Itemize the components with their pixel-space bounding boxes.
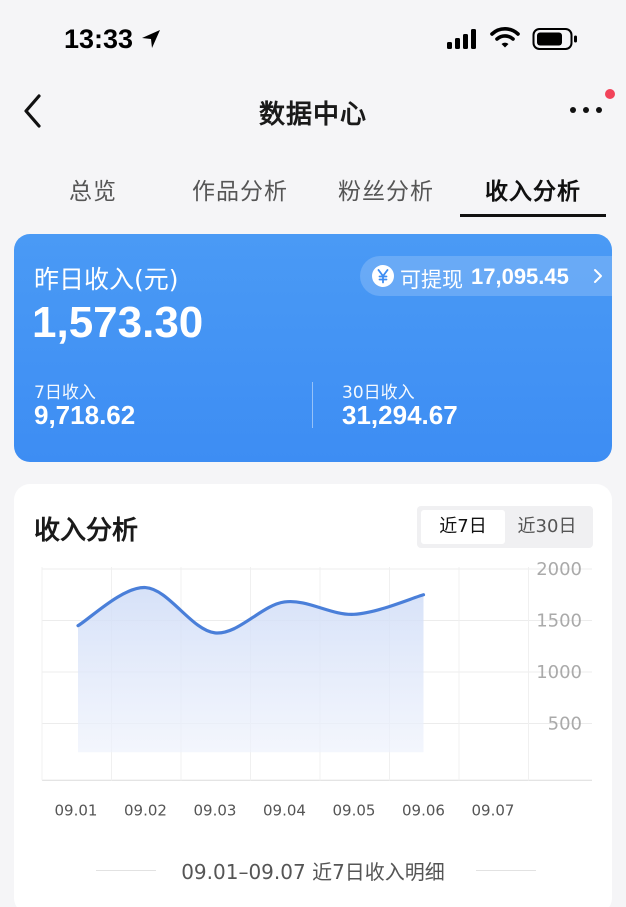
yesterday-income-label: 昨日收入(元) [34,265,179,294]
tab-income-analysis[interactable]: 收入分析 [458,172,608,206]
tab-bar: 总览 作品分析 粉丝分析 收入分析 [0,158,626,222]
income-analysis-panel: 收入分析 近7日 近30日 2000 1500 1000 500 09.01 09.02 0… [14,484,612,907]
status-bar: 13:33 [0,0,626,78]
tab-fans-analysis[interactable]: 粉丝分析 [311,172,461,206]
withdraw-button[interactable]: 可提现 17,095.45 [360,256,612,296]
x-tick-label: 09.06 [402,801,445,819]
chevron-right-icon [594,269,602,283]
withdraw-amount: 17,095.45 [471,264,569,289]
y-tick-label: 1000 [536,662,582,683]
nav-bar: 数据中心 [0,78,626,144]
y-tick-label: 1500 [536,611,582,632]
wifi-icon [490,27,520,48]
page-title: 数据中心 [258,100,367,130]
x-tick-label: 09.01 [55,801,98,819]
signal-icon [447,29,476,49]
y-tick-label: 2000 [536,559,582,580]
battery-icon [532,28,577,50]
withdraw-label: 可提现 [400,268,463,292]
more-icon[interactable] [568,100,604,120]
location-arrow-icon [142,30,160,48]
yesterday-income-amount: 1,573.30 [32,298,204,347]
x-tick-label: 09.02 [124,801,167,819]
caption-divider-right [476,870,536,871]
income-summary-card: 昨日收入(元) 1,573.30 可提现 17,095.45 7日收入 9,71… [14,234,612,462]
tab-works-analysis[interactable]: 作品分析 [165,172,315,206]
tab-overview[interactable]: 总览 [18,172,168,206]
income-chart: 2000 1500 1000 500 09.01 09.02 09.03 09.04 09.05… [41,559,592,819]
notification-dot [605,89,615,99]
thirty-day-income-value: 31,294.67 [342,400,458,430]
yen-icon [372,265,394,287]
x-tick-label: 09.05 [333,801,376,819]
x-tick-label: 09.03 [194,801,237,819]
y-tick-label: 500 [548,714,582,735]
tab-active-indicator [460,214,606,217]
x-tick-label: 09.04 [263,801,306,819]
seven-day-income-value: 9,718.62 [34,400,136,430]
x-tick-label: 09.07 [472,801,515,819]
status-time: 13:33 [64,24,134,54]
card-divider [312,382,313,428]
